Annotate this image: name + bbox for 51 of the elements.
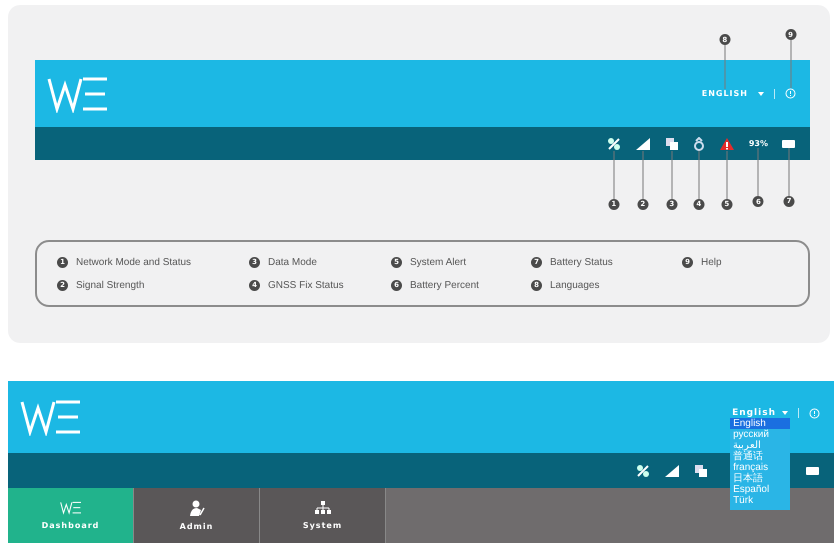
legend-label: Battery Status [550, 256, 613, 268]
help-icon[interactable] [785, 88, 796, 99]
language-select[interactable]: English [732, 408, 788, 418]
language-option[interactable]: русский [730, 429, 790, 440]
leader-line [724, 45, 726, 89]
battery-icon [782, 140, 796, 148]
language-select[interactable]: ENGLISH [702, 89, 748, 98]
legend-label: Help [701, 256, 722, 268]
leader-line [758, 148, 759, 196]
leader-line [788, 148, 790, 196]
caret-icon [782, 411, 788, 415]
data-mode-icon [694, 464, 708, 478]
alert-icon [718, 136, 735, 150]
legend-label: System Alert [410, 256, 466, 268]
nav-tab[interactable]: Admin [134, 488, 260, 543]
we-logo-icon [60, 501, 82, 515]
legend-label: Battery Percent [410, 280, 479, 290]
help-icon[interactable] [809, 408, 820, 418]
caret-icon [758, 92, 764, 96]
signal-icon [664, 464, 680, 478]
user-icon [188, 500, 204, 516]
legend-label: Signal Strength [76, 280, 144, 290]
network-icon [606, 136, 621, 150]
gnss-icon [692, 136, 705, 150]
we-logo [20, 398, 82, 436]
nav-tab[interactable]: Dashboard [8, 488, 134, 543]
signal-icon [634, 136, 651, 150]
legend-label: GNSS Fix Status [268, 280, 344, 290]
nav-tab[interactable]: System [260, 488, 386, 543]
leader-line [790, 40, 791, 88]
battery-icon [806, 466, 820, 474]
language-option[interactable]: English [730, 418, 790, 429]
network-icon [636, 464, 650, 478]
legend-label: Network Mode and Status [76, 256, 192, 268]
network-tree-icon [314, 501, 330, 515]
leader-line [726, 150, 728, 198]
leader-line [671, 150, 672, 198]
language-option[interactable]: 日本語 [730, 473, 790, 484]
data-mode-icon [664, 136, 679, 150]
battery-percent: 93% [748, 139, 768, 148]
leader-line [613, 150, 614, 198]
leader-line [642, 150, 644, 198]
legend-label: Languages [550, 280, 600, 290]
language-option[interactable]: العربية [730, 440, 790, 451]
language-option[interactable]: 普通话 [730, 451, 790, 462]
leader-line [698, 150, 700, 198]
language-option[interactable]: Türk [730, 495, 790, 506]
legend-label: Data Mode [268, 256, 317, 268]
language-option[interactable]: français [730, 462, 790, 473]
we-logo [47, 74, 109, 112]
language-option[interactable]: Español [730, 484, 790, 495]
